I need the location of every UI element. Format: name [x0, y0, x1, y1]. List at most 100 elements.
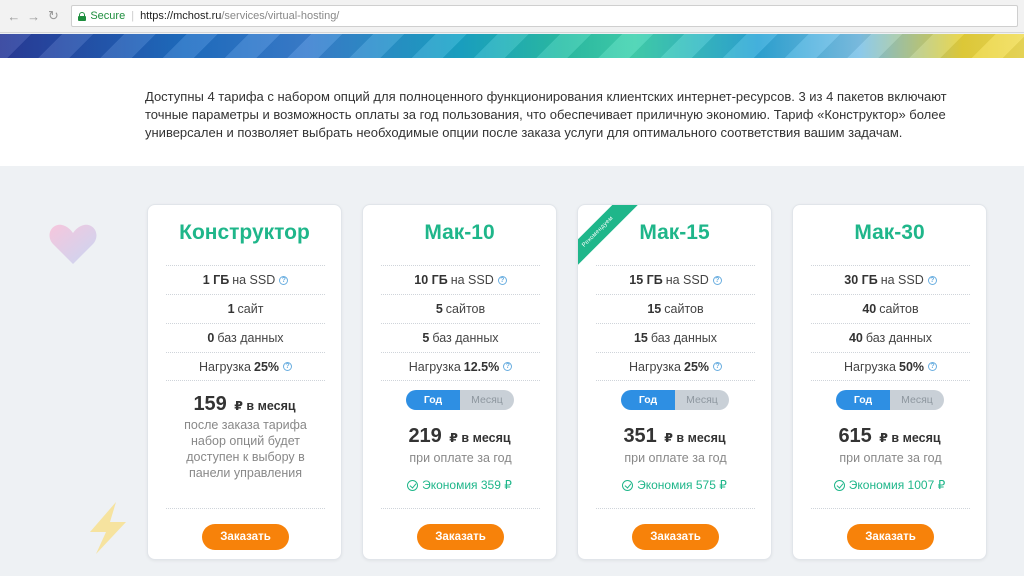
spec-load: Нагрузка 12.5% ?: [381, 352, 540, 381]
spec-db-value: 40: [848, 331, 863, 345]
intro-section: Доступны 4 тарифа с набором опций для по…: [0, 58, 1024, 166]
help-icon[interactable]: ?: [928, 362, 938, 371]
spec-sites-suffix: сайтов: [879, 302, 919, 316]
spec-disk: 15 ГБ на SSD ?: [596, 265, 755, 294]
help-icon[interactable]: ?: [279, 275, 289, 285]
billing-period-toggle[interactable]: Год Месяц: [836, 390, 944, 410]
spec-load: Нагрузка 50% ?: [811, 352, 970, 381]
price-row: 615 ₽ в месяц: [793, 425, 986, 448]
spec-sites-value: 15: [647, 302, 662, 316]
spec-load-prefix: Нагрузка: [628, 359, 681, 374]
plan-card-mak-15: Рекомендуем Мак-15 15 ГБ на SSD ? 15 сай…: [577, 204, 772, 560]
reload-icon[interactable]: ↻: [46, 8, 62, 24]
spec-disk-suffix: на SSD: [232, 273, 276, 287]
saving-info: Экономия 575 ₽: [578, 478, 771, 492]
intro-text: Доступны 4 тарифа с набором опций для по…: [145, 89, 947, 140]
toggle-year[interactable]: Год: [836, 390, 890, 410]
address-bar[interactable]: Secure | https://mchost.ru /services/vir…: [71, 5, 1019, 27]
spec-db-suffix: баз данных: [865, 331, 933, 345]
spec-sites-value: 40: [862, 302, 877, 316]
help-icon[interactable]: ?: [283, 362, 293, 371]
saving-info: Экономия 359 ₽: [363, 478, 556, 492]
spec-sites-value: 5: [435, 302, 443, 316]
spec-load-prefix: Нагрузка: [198, 359, 251, 374]
order-button[interactable]: Заказать: [847, 524, 934, 550]
help-icon[interactable]: ?: [497, 275, 507, 285]
plan-specs: 10 ГБ на SSD ? 5 сайтов 5 баз данных Наг…: [381, 265, 540, 381]
url-host: https://mchost.ru: [140, 10, 222, 22]
check-circle-icon: [407, 479, 419, 491]
price-note: после заказа тарифа набор опций будет до…: [184, 418, 307, 480]
spec-load-prefix: Нагрузка: [843, 359, 896, 374]
spec-disk: 1 ГБ на SSD ?: [166, 265, 325, 294]
spec-disk-value: 15 ГБ: [629, 273, 663, 287]
price-value: 615: [838, 425, 872, 447]
spec-disk-suffix: на SSD: [450, 273, 494, 287]
price-note: при оплате за год: [409, 451, 512, 465]
divider: [811, 508, 970, 509]
spec-sites: 1 сайт: [166, 294, 325, 323]
spec-load-value: 12.5%: [463, 359, 500, 374]
help-icon[interactable]: ?: [713, 362, 723, 371]
price-unit: ₽ в месяц: [234, 399, 296, 413]
plan-title: Мак-15: [639, 221, 710, 244]
forward-arrow-icon[interactable]: →: [26, 8, 42, 24]
price-row: 219 ₽ в месяц: [363, 425, 556, 448]
toggle-year[interactable]: Год: [621, 390, 675, 410]
spec-disk-suffix: на SSD: [880, 273, 924, 287]
plan-title: Конструктор: [179, 221, 310, 244]
spec-disk-value: 1 ГБ: [202, 273, 230, 287]
billing-period-toggle[interactable]: Год Месяц: [406, 390, 514, 410]
back-arrow-icon[interactable]: ←: [6, 8, 22, 24]
toggle-month[interactable]: Месяц: [460, 390, 514, 410]
help-icon[interactable]: ?: [927, 275, 937, 285]
price-value: 159: [193, 393, 227, 415]
plan-title: Мак-30: [854, 221, 925, 244]
help-icon[interactable]: ?: [712, 275, 722, 285]
saving-text: Экономия 1007 ₽: [848, 478, 946, 492]
plan-specs: 15 ГБ на SSD ? 15 сайтов 15 баз данных Н…: [596, 265, 755, 381]
spec-disk: 10 ГБ на SSD ?: [381, 265, 540, 294]
spec-sites: 40 сайтов: [811, 294, 970, 323]
spec-db-suffix: баз данных: [432, 331, 499, 345]
spec-db: 0 баз данных: [166, 323, 325, 352]
secure-label: Secure: [90, 10, 126, 22]
saving-text: Экономия 359 ₽: [422, 478, 512, 492]
heart-decoration-icon: [49, 224, 97, 264]
lock-icon: [78, 11, 87, 21]
price-unit: ₽ в месяц: [449, 431, 511, 445]
spec-sites-value: 1: [227, 302, 235, 316]
spec-sites: 15 сайтов: [596, 294, 755, 323]
plan-card-mak-30: Мак-30 30 ГБ на SSD ? 40 сайтов 40 баз д…: [792, 204, 987, 560]
spec-db-value: 5: [422, 331, 430, 345]
price-row: 351 ₽ в месяц: [578, 425, 771, 448]
spec-load-value: 25%: [254, 359, 280, 374]
spec-sites-suffix: сайтов: [664, 302, 704, 316]
price-value: 351: [623, 425, 657, 447]
check-circle-icon: [622, 479, 634, 491]
price-value: 219: [408, 425, 442, 447]
price-unit: ₽ в месяц: [879, 431, 941, 445]
spec-load-prefix: Нагрузка: [408, 359, 461, 374]
plan-card-mak-10: Мак-10 10 ГБ на SSD ? 5 сайтов 5 баз дан…: [362, 204, 557, 560]
url-path: /services/virtual-hosting/: [221, 10, 340, 22]
spec-disk-suffix: на SSD: [665, 273, 709, 287]
order-button[interactable]: Заказать: [202, 524, 289, 550]
spec-db: 5 баз данных: [381, 323, 540, 352]
toggle-year[interactable]: Год: [406, 390, 460, 410]
address-separator: |: [131, 10, 135, 22]
saving-text: Экономия 575 ₽: [637, 478, 727, 492]
spec-disk: 30 ГБ на SSD ?: [811, 265, 970, 294]
divider: [596, 508, 755, 509]
spec-load-value: 25%: [684, 359, 710, 374]
help-icon[interactable]: ?: [503, 362, 513, 371]
price-note: при оплате за год: [839, 451, 942, 465]
toggle-month[interactable]: Месяц: [675, 390, 729, 410]
order-button[interactable]: Заказать: [632, 524, 719, 550]
billing-period-toggle[interactable]: Год Месяц: [621, 390, 729, 410]
order-button[interactable]: Заказать: [417, 524, 504, 550]
spec-load: Нагрузка 25% ?: [166, 352, 325, 381]
spec-disk-value: 30 ГБ: [844, 273, 878, 287]
toggle-month[interactable]: Месяц: [890, 390, 944, 410]
spec-sites-suffix: сайт: [237, 302, 264, 316]
